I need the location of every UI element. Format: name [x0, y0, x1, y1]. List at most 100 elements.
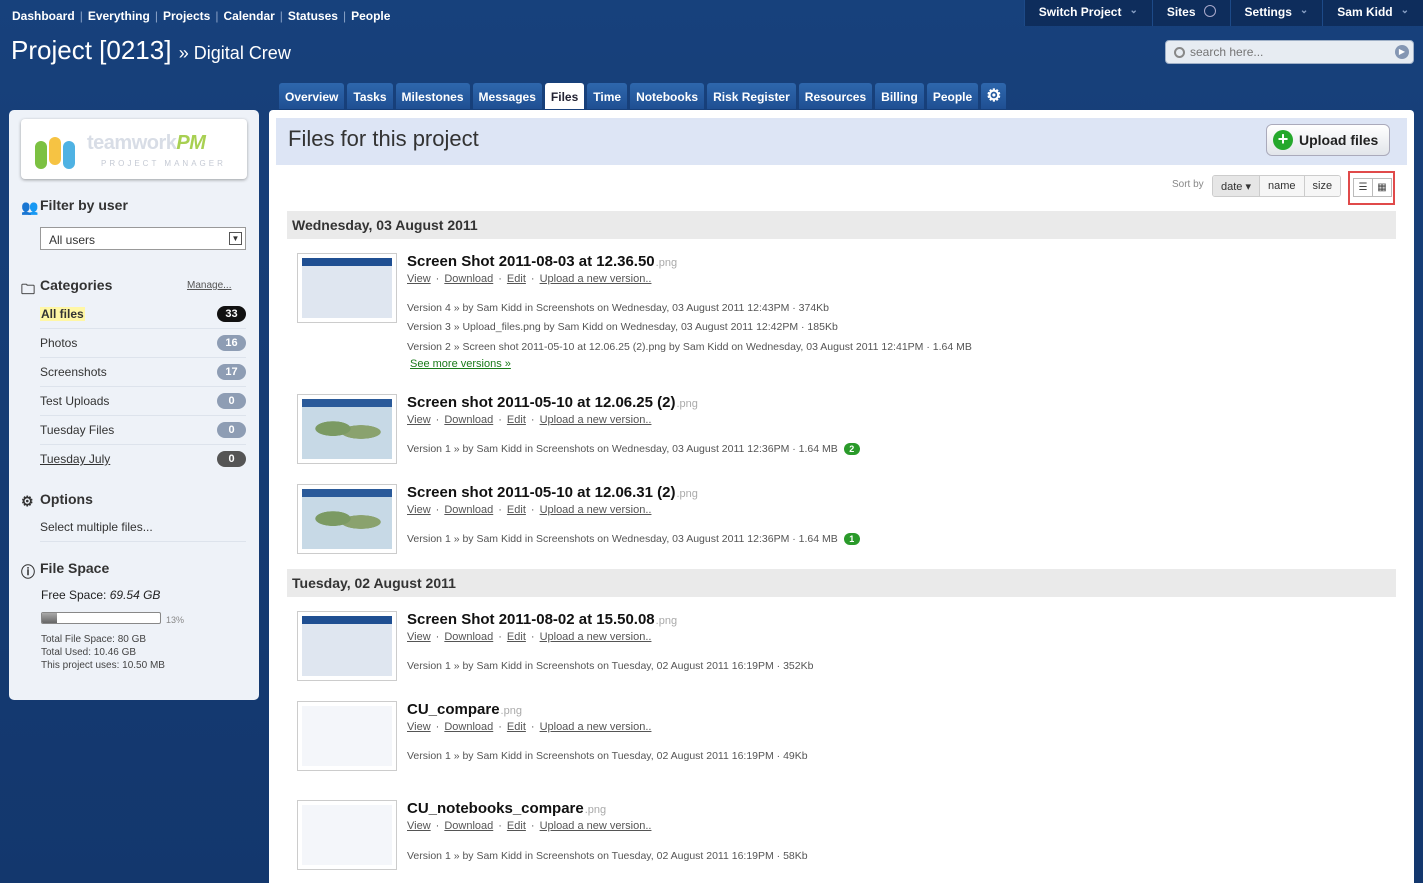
nav-everything[interactable]: Everything	[88, 9, 150, 23]
upload-version-link[interactable]: Upload a new version..	[540, 273, 652, 285]
upload-files-button[interactable]: + Upload files	[1266, 124, 1390, 156]
edit-link[interactable]: Edit	[507, 414, 526, 426]
tab-billing[interactable]: Billing	[875, 83, 924, 109]
options-heading: ⚙ Options	[21, 491, 93, 509]
sidebar: teamworkPM PROJECT MANAGER 👥 Filter by us…	[9, 110, 259, 700]
settings-menu[interactable]: Settings ⌄	[1229, 0, 1323, 26]
category-all-files[interactable]: All files 33	[40, 300, 246, 329]
download-link[interactable]: Download	[444, 631, 493, 643]
sort-name-button[interactable]: name	[1259, 176, 1304, 196]
tab-messages[interactable]: Messages	[472, 83, 542, 109]
version-line: Version 1 » by Sam Kidd in Screenshots o…	[407, 750, 808, 762]
file-name[interactable]: Screen Shot 2011-08-02 at 15.50.08.png	[407, 611, 677, 628]
file-thumbnail[interactable]	[297, 253, 397, 323]
project-client[interactable]: » Digital Crew	[179, 43, 291, 63]
comment-count-badge[interactable]: 2	[843, 443, 860, 455]
tab-time[interactable]: Time	[587, 83, 628, 109]
edit-link[interactable]: Edit	[507, 631, 526, 643]
view-link[interactable]: View	[407, 504, 431, 516]
tab-people[interactable]: People	[926, 83, 979, 109]
version-line: Version 4 » by Sam Kidd in Screenshots o…	[407, 302, 830, 314]
edit-link[interactable]: Edit	[507, 504, 526, 516]
file-name[interactable]: Screen shot 2011-05-10 at 12.06.31 (2).p…	[407, 484, 698, 501]
manage-categories-link[interactable]: Manage...	[187, 280, 231, 291]
gear-icon: ⚙	[21, 493, 34, 509]
nav-calendar[interactable]: Calendar	[223, 9, 274, 23]
view-link[interactable]: View	[407, 631, 431, 643]
tab-risk-register[interactable]: Risk Register	[707, 83, 796, 109]
category-count: 0	[217, 451, 246, 467]
teamworkpm-logo: teamworkPM PROJECT MANAGER	[21, 119, 247, 179]
file-name[interactable]: Screen Shot 2011-08-03 at 12.36.50.png	[407, 253, 677, 270]
project-uses: This project uses: 10.50 MB	[41, 660, 165, 671]
sort-size-button[interactable]: size	[1303, 176, 1341, 196]
search-input[interactable]	[1190, 45, 1390, 59]
select-multiple-link[interactable]: Select multiple files...	[40, 520, 246, 542]
sort-date-button[interactable]: date ▾	[1213, 176, 1259, 196]
gear-icon[interactable]: ⚙	[981, 83, 1007, 109]
upload-version-link[interactable]: Upload a new version..	[540, 414, 652, 426]
file-name[interactable]: CU_compare.png	[407, 701, 522, 718]
view-link[interactable]: View	[407, 820, 431, 832]
edit-link[interactable]: Edit	[507, 273, 526, 285]
view-link[interactable]: View	[407, 721, 431, 733]
file-thumbnail[interactable]	[297, 484, 397, 554]
file-thumbnail[interactable]	[297, 800, 397, 870]
nav-separator: |	[279, 9, 283, 23]
tab-resources[interactable]: Resources	[798, 83, 873, 109]
date-group-header: Tuesday, 02 August 2011	[287, 569, 1396, 597]
file-thumbnail[interactable]	[297, 394, 397, 464]
grid-view-icon[interactable]: ▦	[1372, 178, 1392, 197]
logo-mark	[35, 141, 47, 169]
upload-version-link[interactable]: Upload a new version..	[540, 721, 652, 733]
edit-link[interactable]: Edit	[507, 820, 526, 832]
file-thumbnail[interactable]	[297, 701, 397, 771]
upload-version-link[interactable]: Upload a new version..	[540, 820, 652, 832]
category-screenshots[interactable]: Screenshots 17	[40, 358, 246, 387]
tab-notebooks[interactable]: Notebooks	[630, 83, 705, 109]
list-view-icon[interactable]: ☰	[1353, 178, 1373, 197]
view-link[interactable]: View	[407, 414, 431, 426]
download-link[interactable]: Download	[444, 721, 493, 733]
nav-statuses[interactable]: Statuses	[288, 9, 338, 23]
comment-count-badge[interactable]: 1	[843, 533, 860, 545]
category-test-uploads[interactable]: Test Uploads 0	[40, 387, 246, 416]
filespace-progress-bar	[41, 612, 161, 624]
category-photos[interactable]: Photos 16	[40, 329, 246, 358]
download-link[interactable]: Download	[444, 414, 493, 426]
sites-menu[interactable]: Sites	[1151, 0, 1230, 26]
version-line: Version 2 » Screen shot 2011-05-10 at 12…	[407, 341, 972, 353]
tab-tasks[interactable]: Tasks	[347, 83, 393, 109]
edit-link[interactable]: Edit	[507, 721, 526, 733]
dropdown-arrow-icon: ▼	[229, 232, 242, 245]
switch-project-menu[interactable]: Switch Project ⌄	[1023, 0, 1152, 26]
download-link[interactable]: Download	[444, 820, 493, 832]
tab-files[interactable]: Files	[544, 83, 585, 109]
view-link[interactable]: View	[407, 273, 431, 285]
upload-version-link[interactable]: Upload a new version..	[540, 504, 652, 516]
file-name[interactable]: CU_notebooks_compare.png	[407, 800, 606, 817]
category-tuesday-files[interactable]: Tuesday Files 0	[40, 416, 246, 445]
see-more-versions-link[interactable]: See more versions »	[410, 358, 511, 370]
category-label: Test Uploads	[40, 394, 110, 408]
nav-dashboard[interactable]: Dashboard	[12, 9, 75, 23]
project-name: Project [0213]	[11, 35, 172, 65]
tab-milestones[interactable]: Milestones	[395, 83, 470, 109]
page-heading: Files for this project	[288, 126, 479, 151]
upload-files-label: Upload files	[1299, 132, 1379, 148]
download-link[interactable]: Download	[444, 273, 493, 285]
user-filter-select[interactable]: All users ▼	[40, 227, 246, 250]
account-menu[interactable]: Sam Kidd ⌄	[1322, 0, 1423, 26]
file-name[interactable]: Screen shot 2011-05-10 at 12.06.25 (2).p…	[407, 394, 698, 411]
nav-projects[interactable]: Projects	[163, 9, 210, 23]
category-count: 33	[217, 306, 246, 322]
category-tuesday-july[interactable]: Tuesday July 0	[40, 445, 246, 474]
download-link[interactable]: Download	[444, 504, 493, 516]
search-go-icon[interactable]: ▶	[1395, 45, 1409, 59]
nav-people[interactable]: People	[351, 9, 390, 23]
category-label: Screenshots	[40, 365, 107, 379]
tab-overview[interactable]: Overview	[279, 83, 345, 109]
upload-version-link[interactable]: Upload a new version..	[540, 631, 652, 643]
file-thumbnail[interactable]	[297, 611, 397, 681]
nav-separator: |	[342, 9, 347, 23]
